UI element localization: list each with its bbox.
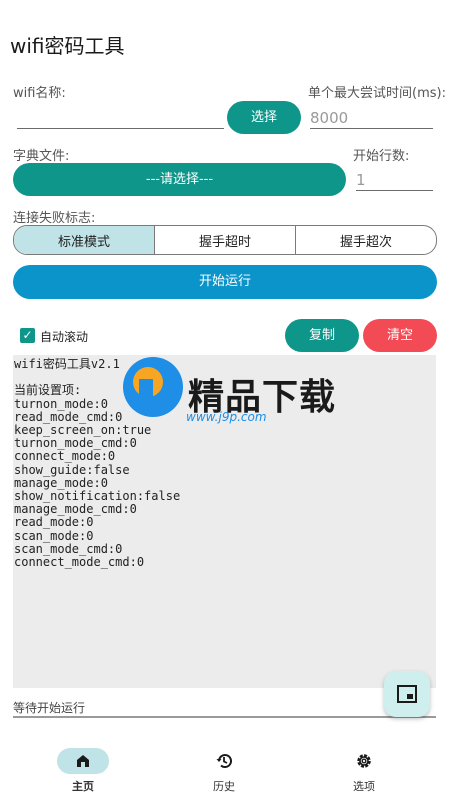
dict-select-button[interactable]: ---请选择--- [13, 163, 346, 196]
log-line: connect_mode_cmd:0 [14, 555, 145, 570]
nav-home[interactable]: 主页 [38, 748, 128, 794]
max-time-value: 8000 [310, 109, 349, 127]
start-line-input[interactable]: 1 [356, 166, 433, 191]
history-icon [216, 754, 232, 769]
fail-flag-label: 连接失败标志: [13, 211, 96, 226]
log-line: show_guide:false [14, 462, 130, 477]
wifi-name-input[interactable] [17, 104, 224, 129]
copy-button[interactable]: 复制 [285, 319, 359, 352]
start-line-label: 开始行数: [353, 149, 410, 164]
fail-flag-segmented: 标准模式 握手超时 握手超次 [13, 225, 437, 255]
home-icon [77, 755, 89, 767]
log-line: scan_mode:0 [14, 528, 94, 543]
dict-file-label: 字典文件: [13, 149, 70, 164]
nav-history-pill [198, 748, 250, 774]
auto-scroll-checkbox[interactable]: ✓ [20, 328, 35, 343]
nav-history[interactable]: 历史 [179, 748, 269, 794]
start-run-button[interactable]: 开始运行 [13, 265, 437, 299]
watermark-url: www.j9p.com [186, 410, 267, 424]
nav-history-label: 历史 [213, 780, 235, 793]
nav-home-pill [57, 748, 109, 774]
mode-handshake-timeout[interactable]: 握手超时 [155, 226, 296, 254]
log-line: read_mode:0 [14, 515, 94, 530]
settings-icon [357, 754, 371, 768]
max-time-input[interactable]: 8000 [310, 104, 433, 129]
start-line-value: 1 [356, 171, 366, 189]
nav-options-pill [338, 748, 390, 774]
wifi-name-label: wifi名称: [13, 86, 66, 101]
select-wifi-button[interactable]: 选择 [227, 101, 301, 134]
picture-in-picture-icon [397, 685, 417, 703]
status-bar: 等待开始运行 [13, 690, 436, 718]
picture-in-picture-fab[interactable] [384, 671, 430, 717]
max-time-label: 单个最大尝试时间(ms): [308, 86, 446, 101]
log-line: connect_mode:0 [14, 449, 116, 464]
watermark-logo [123, 357, 183, 417]
mode-handshake-count[interactable]: 握手超次 [296, 226, 436, 254]
bottom-nav: 主页 历史 选项 [0, 730, 450, 801]
nav-options[interactable]: 选项 [319, 748, 409, 794]
status-text: 等待开始运行 [13, 701, 86, 715]
app-title: wifi密码工具 [10, 34, 125, 58]
auto-scroll-label: 自动滚动 [40, 330, 89, 344]
nav-options-label: 选项 [353, 780, 375, 793]
nav-home-label: 主页 [72, 780, 94, 793]
mode-standard[interactable]: 标准模式 [14, 226, 155, 254]
clear-button[interactable]: 清空 [363, 319, 437, 352]
